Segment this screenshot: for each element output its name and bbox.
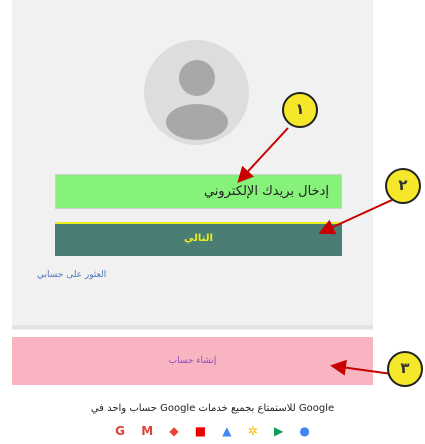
annotation-marker-3: ٣ xyxy=(387,351,423,387)
avatar-icon xyxy=(144,40,249,145)
play-icon: ▶ xyxy=(273,424,284,438)
avatar-head xyxy=(179,60,215,96)
youtube-icon: ■ xyxy=(194,424,207,438)
photos-icon: ✲ xyxy=(247,424,258,438)
annotation-marker-2: ٢ xyxy=(385,168,421,204)
gmail-icon: G xyxy=(115,424,125,438)
drive-icon: ▲ xyxy=(222,424,232,438)
card-divider xyxy=(12,325,373,329)
mail-icon: M xyxy=(141,424,154,438)
maps-icon: ◆ xyxy=(169,424,179,438)
service-icons: G M ◆ ■ ▲ ✲ ▶ ● xyxy=(0,424,425,438)
next-button[interactable]: التالي xyxy=(55,222,342,256)
annotation-marker-1: ١ xyxy=(282,92,318,128)
avatar-body xyxy=(166,104,228,140)
create-account-button[interactable]: إنشاء حساب xyxy=(12,337,373,385)
footer-tagline: حساب واحد في Google للاستمتاع بجميع خدما… xyxy=(90,403,335,414)
find-account-link[interactable]: العثور على حسابي xyxy=(37,270,106,280)
email-field[interactable]: إدخال بريدك الإلكتروني xyxy=(55,174,342,209)
chrome-icon: ● xyxy=(299,424,310,438)
